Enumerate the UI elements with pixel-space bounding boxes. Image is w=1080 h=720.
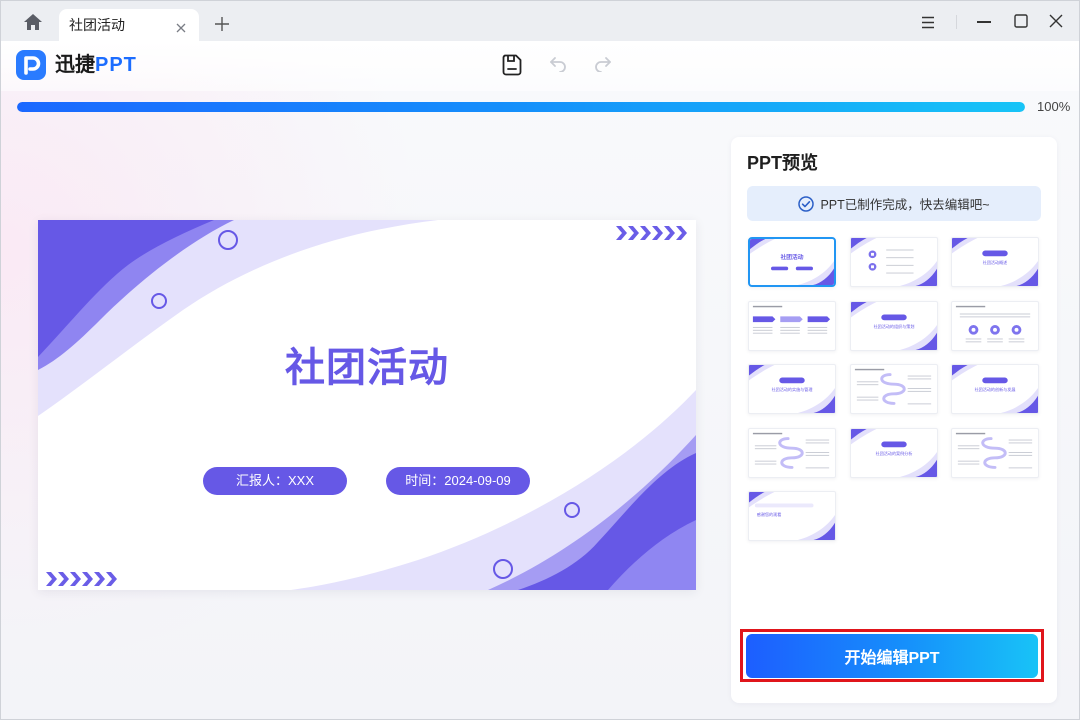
thumbnail-title: 社团活动的案例分析 bbox=[875, 449, 912, 455]
slide-thumbnail[interactable]: 社团活动的组织与策划 bbox=[849, 300, 938, 351]
menu-icon[interactable] bbox=[921, 16, 935, 29]
thumbnail-graphic: 感谢您的观看 bbox=[749, 492, 835, 540]
reporter-pill: 汇报人：XXX bbox=[203, 467, 347, 495]
thumbnail-graphic: 社团活动概述 bbox=[952, 238, 1038, 286]
slide-thumbnail[interactable]: 社团活动的实施与管理 bbox=[748, 364, 836, 414]
close-icon[interactable] bbox=[1049, 14, 1063, 28]
redo-icon[interactable] bbox=[594, 56, 612, 73]
date-pill: 时间：2024-09-09 bbox=[386, 467, 530, 495]
slide-title: 社团活动 bbox=[285, 346, 449, 390]
slide-thumbnail[interactable] bbox=[748, 427, 836, 478]
app-header: 迅捷PPT bbox=[1, 41, 1079, 91]
thumbnail-graphic: 社团活动的创新与发展 bbox=[952, 365, 1038, 413]
undo-icon[interactable] bbox=[549, 56, 567, 73]
slide-thumbnail[interactable] bbox=[849, 237, 938, 287]
slide-thumbnail[interactable]: 社团活动的案例分析 bbox=[849, 427, 938, 478]
thumbnail-title: 社团活动 bbox=[780, 253, 804, 261]
plus-icon[interactable] bbox=[215, 17, 229, 31]
progress-label: 100% bbox=[1037, 99, 1071, 114]
thumbnail-graphic: 社团活动的实施与管理 bbox=[749, 365, 835, 413]
chevron-decor-top-right bbox=[616, 226, 687, 240]
preview-panel: PPT预览 PPT已制作完成，快去编辑吧~ 社团活动 社团活动概述 社团活动的组织与… bbox=[731, 137, 1057, 703]
slide-background-graphic bbox=[38, 220, 696, 590]
thumbnail-graphic bbox=[752, 432, 830, 469]
thumbnail-graphic bbox=[955, 432, 1033, 469]
thumbnail-title: 社团活动概述 bbox=[983, 259, 1008, 265]
slide-thumbnail[interactable]: 社团活动 bbox=[748, 237, 836, 287]
thumbnail-graphic bbox=[850, 238, 937, 286]
maximize-icon[interactable] bbox=[1014, 14, 1028, 28]
title-bar: 社团活动 bbox=[1, 1, 1079, 41]
tab-document[interactable]: 社团活动 bbox=[59, 9, 199, 41]
start-editing-button[interactable]: 开始编辑PPT bbox=[746, 634, 1038, 678]
save-icon[interactable] bbox=[502, 54, 522, 76]
slide-thumbnail[interactable]: 社团活动的创新与发展 bbox=[951, 364, 1039, 414]
thumbnail-graphic bbox=[955, 305, 1031, 342]
brand-name-cn: 迅捷 bbox=[55, 54, 95, 76]
slide-thumbnail[interactable] bbox=[849, 364, 938, 414]
title-bar-divider bbox=[956, 15, 957, 29]
thumbnail-grid: 社团活动社团活动概述社团活动的组织与策划社团活动的实施与管理 社团活动的创新与发展… bbox=[731, 137, 1057, 617]
slide-preview: 社团活动 汇报人：XXX 时间：2024-09-09 bbox=[38, 220, 696, 590]
slide-thumbnail[interactable] bbox=[951, 427, 1039, 478]
thumbnail-title: 社团活动的创新与发展 bbox=[975, 386, 1016, 392]
thumbnail-graphic: 社团活动的案例分析 bbox=[850, 428, 937, 477]
brand-name: 迅捷PPT bbox=[55, 52, 137, 78]
brand-name-en: PPT bbox=[95, 54, 137, 76]
thumbnail-graphic: 社团活动的组织与策划 bbox=[850, 301, 937, 350]
thumbnail-graphic: 社团活动 bbox=[750, 239, 834, 285]
thumbnail-graphic bbox=[752, 305, 831, 334]
slide-thumbnail[interactable] bbox=[951, 300, 1039, 351]
home-icon[interactable] bbox=[23, 13, 43, 31]
thumbnail-title: 社团活动的组织与策划 bbox=[873, 322, 914, 328]
thumbnail-title: 感谢您的观看 bbox=[757, 511, 782, 517]
progress-bar bbox=[17, 102, 1025, 112]
chevron-decor-bottom-left bbox=[46, 572, 117, 586]
slide-thumbnail[interactable] bbox=[748, 300, 836, 351]
tab-close-icon[interactable] bbox=[176, 20, 186, 33]
thumbnail-graphic bbox=[854, 368, 931, 405]
progress-fill bbox=[17, 102, 1025, 112]
tab-label: 社团活动 bbox=[69, 17, 125, 33]
logo-icon bbox=[16, 50, 46, 80]
app-window: 社团活动 迅捷PPT 100% 社团活动 汇报人：XXX 时间：2024-09-… bbox=[0, 0, 1080, 720]
slide-thumbnail[interactable]: 社团活动概述 bbox=[951, 237, 1039, 287]
slide-thumbnail[interactable]: 感谢您的观看 bbox=[748, 491, 836, 541]
thumbnail-title: 社团活动的实施与管理 bbox=[772, 386, 813, 392]
minimize-icon[interactable] bbox=[977, 21, 991, 23]
